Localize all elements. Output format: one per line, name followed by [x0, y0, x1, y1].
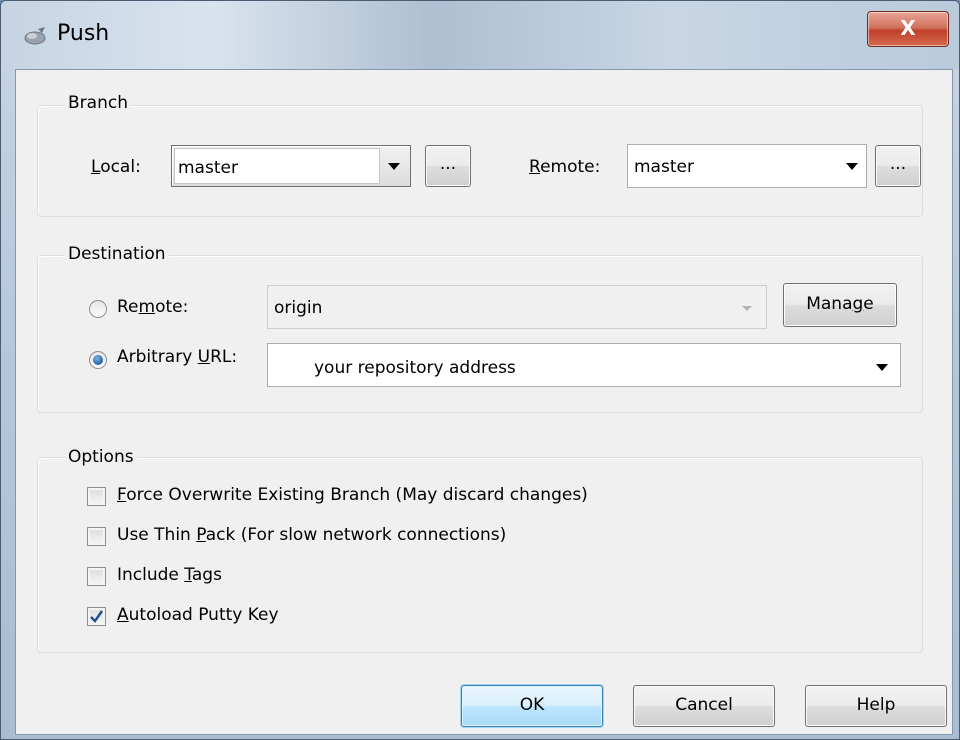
thin-pack-label: Use Thin Pack (For slow network connecti… — [117, 525, 507, 545]
help-button[interactable]: Help — [805, 685, 947, 727]
local-label: Local: — [91, 157, 141, 177]
options-group-label: Options — [65, 447, 137, 467]
ok-button[interactable]: OK — [461, 685, 603, 727]
destination-group-label: Destination — [65, 244, 169, 264]
remote-radio[interactable] — [89, 300, 107, 318]
branch-group-label: Branch — [65, 93, 131, 113]
remote-branch-select[interactable]: master — [627, 144, 867, 188]
url-value: your repository address — [314, 358, 516, 378]
chevron-down-icon — [742, 306, 752, 311]
cancel-button[interactable]: Cancel — [633, 685, 775, 727]
arbitrary-url-radio[interactable] — [89, 351, 107, 369]
local-browse-button[interactable]: ... — [425, 145, 471, 187]
remote-value: origin — [274, 298, 323, 318]
destination-group — [37, 255, 923, 413]
title-bar[interactable]: Push X — [1, 1, 959, 69]
remote-branch-value: master — [634, 157, 694, 177]
radio-selected-dot — [93, 355, 103, 365]
close-icon: X — [900, 16, 916, 40]
include-tags-checkbox[interactable] — [87, 567, 106, 586]
manage-button[interactable]: Manage — [783, 283, 897, 327]
window-title: Push — [57, 21, 110, 46]
remote-browse-button[interactable]: ... — [875, 145, 921, 187]
chevron-down-icon — [876, 364, 888, 371]
checkmark-icon — [90, 610, 103, 623]
url-select[interactable]: your repository address — [267, 343, 901, 387]
remote-radio-label: Remote: — [117, 297, 189, 317]
local-branch-value: master — [178, 158, 238, 178]
chevron-down-icon — [388, 163, 400, 170]
local-branch-select[interactable]: master — [171, 145, 411, 187]
thin-pack-checkbox[interactable] — [87, 527, 106, 546]
autoload-putty-key-label: Autoload Putty Key — [117, 605, 279, 625]
remote-select[interactable]: origin — [267, 285, 767, 329]
push-icon — [24, 27, 46, 45]
force-overwrite-checkbox[interactable] — [87, 487, 106, 506]
autoload-putty-key-checkbox[interactable] — [87, 607, 106, 626]
arbitrary-url-label: Arbitrary URL: — [117, 347, 238, 367]
force-overwrite-label: Force Overwrite Existing Branch (May dis… — [117, 485, 588, 505]
chevron-down-icon — [846, 163, 858, 170]
remote-branch-label: Remote: — [529, 157, 601, 177]
include-tags-label: Include Tags — [117, 565, 222, 585]
close-button[interactable]: X — [867, 11, 949, 47]
push-dialog: Push X Branch Local: master ... Remote: … — [0, 0, 960, 740]
